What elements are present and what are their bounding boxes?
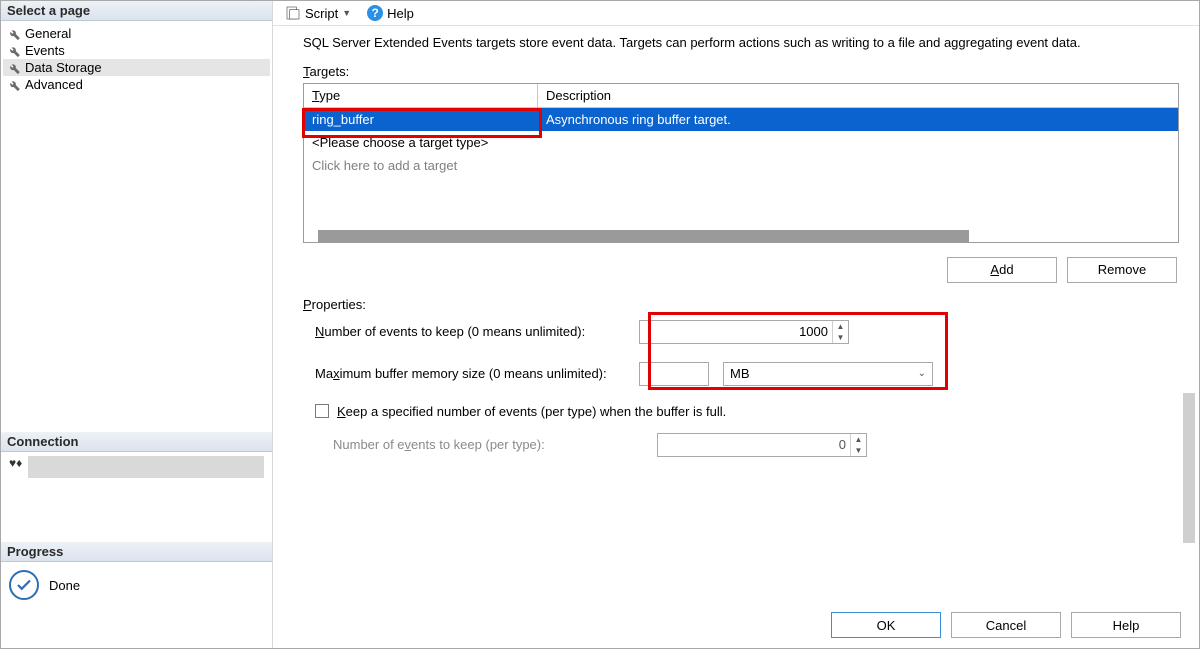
events-spinner[interactable]: ▲▼ <box>832 321 848 343</box>
keep-label: Keep a specified number of events (per t… <box>337 404 726 419</box>
chevron-down-icon: ⌄ <box>918 368 926 379</box>
cancel-button[interactable]: Cancel <box>951 612 1061 638</box>
page-list: General Events Data Storage Advanced <box>1 21 272 97</box>
wrench-icon <box>7 61 21 75</box>
buffer-label: Maximum buffer memory size (0 means unli… <box>315 366 625 381</box>
footer-help-button[interactable]: Help <box>1071 612 1181 638</box>
prop-buffer-size: Maximum buffer memory size (0 means unli… <box>315 362 1179 386</box>
targets-table: Type Description ring_buffer Asynchronou… <box>303 83 1179 243</box>
main-area: Select a page General Events Data Storag… <box>1 1 1199 648</box>
v-scrollbar[interactable] <box>1183 393 1195 543</box>
wrench-icon <box>7 27 21 41</box>
events-label: Number of events to keep (0 means unlimi… <box>315 324 625 339</box>
description-text: SQL Server Extended Events targets store… <box>303 34 1179 52</box>
progress-header: Progress <box>1 542 272 562</box>
connection-box: ♥♦ <box>9 456 264 478</box>
wrench-icon <box>7 44 21 58</box>
connection-header: Connection <box>1 432 272 452</box>
target-row-ring-buffer[interactable]: ring_buffer Asynchronous ring buffer tar… <box>304 108 1178 131</box>
script-label: Script <box>305 6 338 21</box>
h-scroll-thumb[interactable] <box>318 230 969 242</box>
table-header: Type Description <box>304 84 1178 108</box>
add-button[interactable]: Add <box>947 257 1057 283</box>
cell-desc: Asynchronous ring buffer target. <box>538 108 1178 131</box>
sidebar-item-data-storage[interactable]: Data Storage <box>3 59 270 76</box>
per-type-label: Number of events to keep (per type): <box>333 437 643 452</box>
h-scrollbar[interactable] <box>304 230 1178 242</box>
target-row-placeholder[interactable]: <Please choose a target type> <box>304 131 1178 154</box>
connection-field <box>28 456 264 478</box>
cell-hint: Click here to add a target <box>304 154 465 177</box>
properties-label: Properties: <box>303 297 1179 312</box>
targets-button-row: Add Remove <box>303 257 1177 283</box>
script-icon <box>285 5 301 21</box>
help-label: Help <box>387 6 414 21</box>
buffer-unit: MB <box>730 366 750 381</box>
ok-button[interactable]: OK <box>831 612 941 638</box>
toolbar: Script ▼ ? Help <box>273 1 1199 26</box>
buffer-value-input[interactable] <box>639 362 709 386</box>
page-label: Advanced <box>25 77 83 92</box>
remove-button[interactable]: Remove <box>1067 257 1177 283</box>
prop-keep-per-type: Keep a specified number of events (per t… <box>315 404 1179 419</box>
right-panel: Script ▼ ? Help SQL Server Extended Even… <box>273 1 1199 648</box>
help-icon: ? <box>367 5 383 21</box>
dialog-window: Select a page General Events Data Storag… <box>0 0 1200 649</box>
page-label: Events <box>25 43 65 58</box>
done-check-icon <box>9 570 39 600</box>
prop-per-type-count: Number of events to keep (per type): ▲▼ <box>333 433 1179 457</box>
page-label: General <box>25 26 71 41</box>
cell-placeholder: <Please choose a target type> <box>304 131 538 154</box>
page-label: Data Storage <box>25 60 102 75</box>
sidebar-item-advanced[interactable]: Advanced <box>3 76 270 93</box>
properties-section: Properties: Number of events to keep (0 … <box>303 297 1179 475</box>
sidebar-item-events[interactable]: Events <box>3 42 270 59</box>
server-icon: ♥♦ <box>9 456 22 470</box>
script-button[interactable]: Script ▼ <box>279 3 357 23</box>
keep-checkbox[interactable] <box>315 404 329 418</box>
col-type[interactable]: Type <box>304 84 538 107</box>
events-value[interactable] <box>640 324 832 339</box>
targets-label: Targets: <box>303 64 1179 79</box>
select-page-header: Select a page <box>1 1 272 21</box>
buffer-unit-select[interactable]: MB ⌄ <box>723 362 933 386</box>
target-row-hint[interactable]: Click here to add a target <box>304 154 1178 177</box>
progress-status: Done <box>49 578 80 593</box>
progress-box: Done <box>1 562 272 608</box>
prop-events-to-keep: Number of events to keep (0 means unlimi… <box>315 320 1179 344</box>
table-body: ring_buffer Asynchronous ring buffer tar… <box>304 108 1178 230</box>
chevron-down-icon: ▼ <box>342 8 351 18</box>
sidebar-item-general[interactable]: General <box>3 25 270 42</box>
per-type-input: ▲▼ <box>657 433 867 457</box>
cell-type: ring_buffer <box>304 108 538 131</box>
left-panel: Select a page General Events Data Storag… <box>1 1 273 648</box>
events-input[interactable]: ▲▼ <box>639 320 849 344</box>
per-type-spinner: ▲▼ <box>850 434 866 456</box>
per-type-value <box>658 437 850 452</box>
content-area: SQL Server Extended Events targets store… <box>273 26 1199 602</box>
help-button[interactable]: ? Help <box>361 3 420 23</box>
footer-buttons: OK Cancel Help <box>273 602 1199 648</box>
col-description[interactable]: Description <box>538 84 1178 107</box>
wrench-icon <box>7 78 21 92</box>
